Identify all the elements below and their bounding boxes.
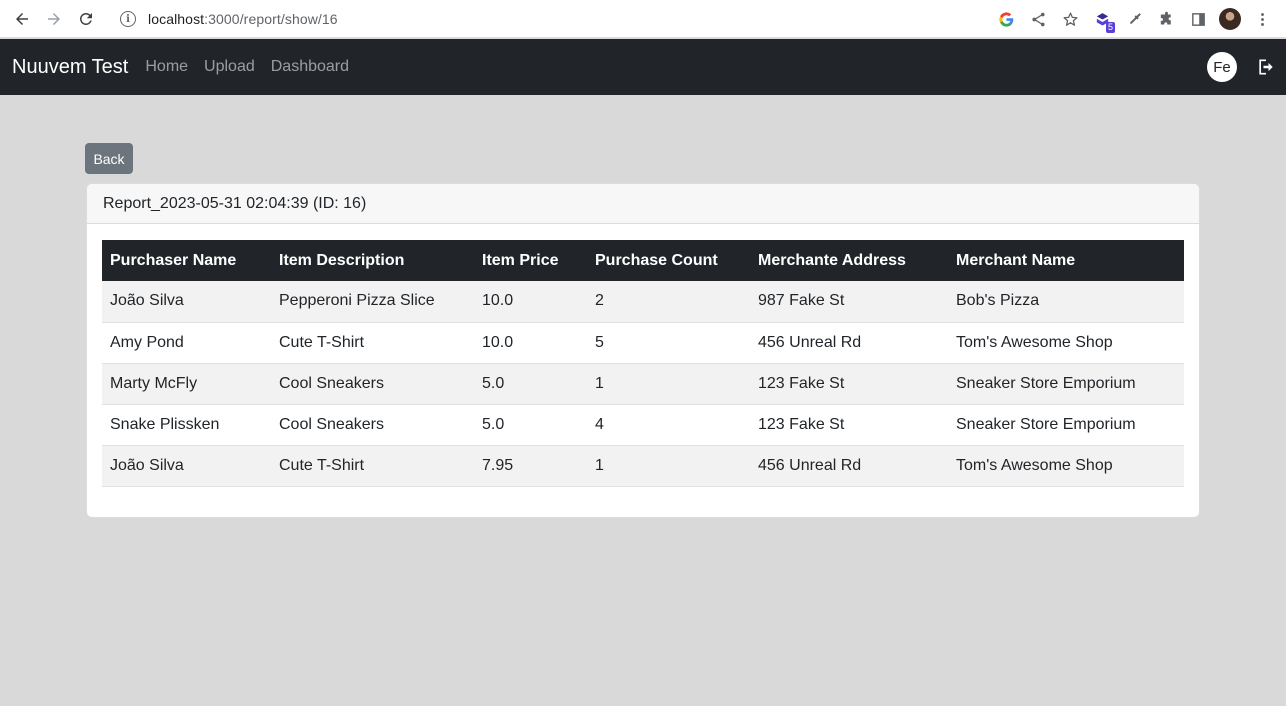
table-cell: Cool Sneakers [279,374,384,392]
table-row: João Silva Pepperoni Pizza Slice 10.0 2 … [102,281,1184,322]
report-card: Report_2023-05-31 02:04:39 (ID: 16) Purc… [86,183,1200,518]
table-cell: Sneaker Store Emporium [956,415,1136,433]
table-cell: Snake Plissken [110,415,220,433]
table-cell: Amy Pond [110,333,184,351]
kebab-menu-icon[interactable] [1246,4,1278,34]
user-avatar[interactable]: Fe [1207,52,1237,82]
report-title: Report_2023-05-31 02:04:39 (ID: 16) [87,184,1199,224]
table-cell: 456 Unreal Rd [758,333,862,351]
table-cell: 5.0 [482,374,505,392]
table-cell: Sneaker Store Emporium [956,374,1136,392]
eyedropper-icon[interactable] [1118,4,1150,34]
table-cell: Marty McFly [110,374,198,392]
nav-link-home[interactable]: Home [145,58,188,76]
table-cell: Pepperoni Pizza Slice [279,292,435,310]
table-cell: 2 [595,292,604,310]
url-text[interactable]: localhost:3000/report/show/16 [148,11,338,27]
table-cell: 456 Unreal Rd [758,456,862,474]
table-cell: 987 Fake St [758,292,845,310]
table-row: João Silva Cute T-Shirt 7.95 1 456 Unrea… [102,445,1184,486]
share-icon[interactable] [1022,4,1054,34]
site-info-icon[interactable]: i [120,11,136,27]
nav-link-upload[interactable]: Upload [204,58,255,76]
column-header: Merchante Address [758,251,906,269]
profile-avatar-icon[interactable] [1214,4,1246,34]
table-cell: Tom's Awesome Shop [956,456,1113,474]
table-cell: Tom's Awesome Shop [956,333,1113,351]
table-row: Marty McFly Cool Sneakers 5.0 1 123 Fake… [102,363,1184,404]
forward-arrow-icon[interactable] [38,3,70,35]
table-cell: 123 Fake St [758,415,845,433]
extension-badge: 5 [1105,22,1115,33]
brand-link[interactable]: Nuuvem Test [12,56,128,79]
side-panel-icon[interactable] [1182,4,1214,34]
table-cell: 4 [595,415,604,433]
extensions-puzzle-icon[interactable] [1150,4,1182,34]
table-cell: 123 Fake St [758,374,845,392]
extension-icon[interactable]: 5 [1086,4,1118,34]
app-navbar: Nuuvem Test Home Upload Dashboard Fe [0,39,1286,95]
reload-icon[interactable] [70,3,102,35]
table-cell: 5.0 [482,415,505,433]
address-bar[interactable]: i localhost:3000/report/show/16 [110,4,1090,34]
table-cell: 5 [595,333,604,351]
table-cell: Cute T-Shirt [279,456,365,474]
column-header: Item Price [482,251,559,269]
table-cell: Cute T-Shirt [279,333,365,351]
column-header: Purchase Count [595,251,718,269]
bookmark-star-icon[interactable] [1054,4,1086,34]
column-header: Item Description [279,251,405,269]
table-cell: João Silva [110,292,184,310]
url-path: :3000/report/show/16 [204,11,338,27]
url-host: localhost [148,11,205,27]
table-cell: Bob's Pizza [956,292,1040,310]
table-cell: João Silva [110,456,184,474]
table-cell: 10.0 [482,292,514,310]
back-arrow-icon[interactable] [6,3,38,35]
table-cell: 1 [595,456,604,474]
google-icon[interactable] [990,4,1022,34]
logout-icon[interactable] [1256,57,1276,77]
browser-toolbar: i localhost:3000/report/show/16 5 [0,0,1286,38]
table-header-row: Purchaser Name Item Description Item Pri… [102,240,1184,281]
table-row: Amy Pond Cute T-Shirt 10.0 5 456 Unreal … [102,322,1184,363]
table-cell: Cool Sneakers [279,415,384,433]
nav-link-dashboard[interactable]: Dashboard [271,58,349,76]
table-cell: 10.0 [482,333,514,351]
back-button[interactable]: Back [85,143,133,174]
column-header: Merchant Name [956,251,1076,269]
table-cell: 7.95 [482,456,514,474]
column-header: Purchaser Name [110,251,237,269]
table-cell: 1 [595,374,604,392]
report-table: Purchaser Name Item Description Item Pri… [102,240,1184,487]
table-row: Snake Plissken Cool Sneakers 5.0 4 123 F… [102,404,1184,445]
